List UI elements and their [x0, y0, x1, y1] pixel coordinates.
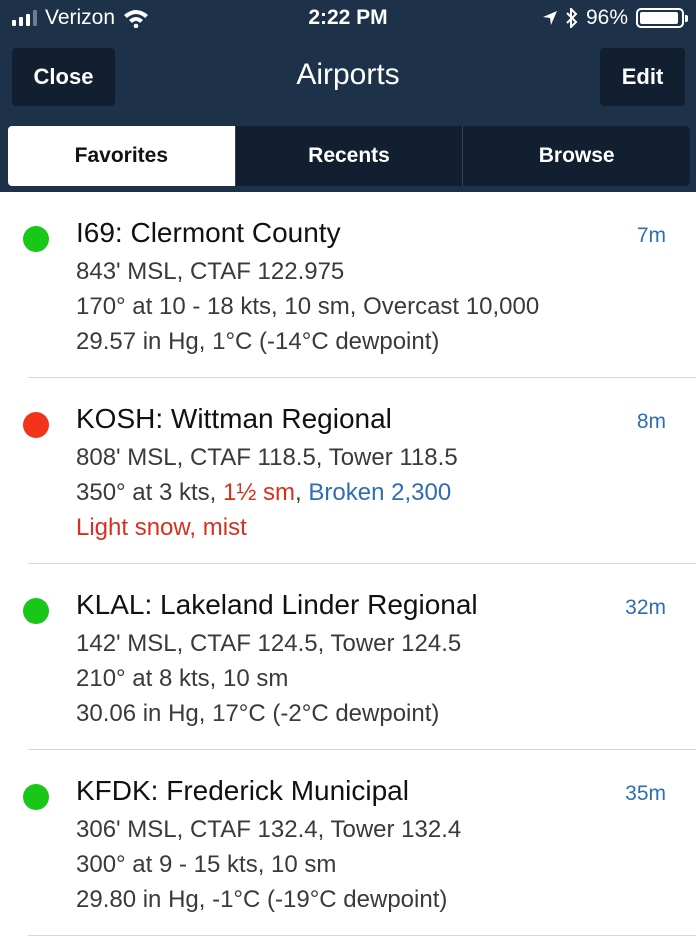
status-dot [23, 784, 49, 810]
header: Verizon 2:22 PM 96% Close Airports Edit … [0, 0, 696, 192]
battery-percent: 96% [585, 6, 628, 29]
tab-favorites[interactable]: Favorites [8, 126, 235, 186]
weather-wind: 210° at 8 kts, 10 sm [76, 665, 289, 692]
separator-text: , [295, 479, 302, 506]
ceiling-text: Broken 2,300 [308, 479, 452, 506]
weather-wind: 300° at 9 - 15 kts, 10 sm [76, 851, 337, 878]
tab-recents[interactable]: Recents [234, 126, 463, 186]
airport-name: KLAL: Lakeland Linder Regional [76, 589, 478, 620]
weather-conditions: Light snow, mist [76, 514, 247, 541]
battery-icon [636, 8, 688, 28]
page-title: Airports [296, 58, 400, 91]
report-age: 35m [625, 782, 666, 805]
edit-button[interactable]: Edit [600, 48, 685, 106]
list-item[interactable]: KFDK: Frederick Municipal 35m 306' MSL, … [0, 750, 696, 936]
report-age: 32m [625, 596, 666, 619]
airport-name: KOSH: Wittman Regional [76, 403, 392, 434]
airport-list: I69: Clermont County 7m 843' MSL, CTAF 1… [0, 192, 696, 936]
divider [28, 935, 696, 936]
airport-info: 306' MSL, CTAF 132.4, Tower 132.4 [76, 816, 462, 843]
weather-pressure: 29.80 in Hg, -1°C (-19°C dewpoint) [76, 886, 448, 913]
list-item[interactable]: KOSH: Wittman Regional 8m 808' MSL, CTAF… [0, 378, 696, 564]
airport-name: I69: Clermont County [76, 217, 341, 248]
report-age: 7m [636, 224, 666, 247]
visibility-text: 1½ sm [223, 479, 296, 506]
airport-name: KFDK: Frederick Municipal [76, 775, 409, 806]
list-item[interactable]: I69: Clermont County 7m 843' MSL, CTAF 1… [0, 192, 696, 378]
status-dot [23, 598, 49, 624]
airport-info: 142' MSL, CTAF 124.5, Tower 124.5 [76, 630, 462, 657]
status-dot [23, 412, 49, 438]
list-item[interactable]: KLAL: Lakeland Linder Regional 32m 142' … [0, 564, 696, 750]
status-bar: Verizon 2:22 PM 96% [0, 0, 696, 38]
report-age: 8m [636, 410, 666, 433]
bluetooth-icon [566, 8, 578, 28]
airport-info: 843' MSL, CTAF 122.975 [76, 258, 345, 285]
airport-info: 808' MSL, CTAF 118.5, Tower 118.5 [76, 444, 458, 471]
weather-wind: 170° at 10 - 18 kts, 10 sm, Overcast 10,… [76, 293, 540, 320]
weather-wind: 350° at 3 kts, 1½ sm, Broken 2,300 [76, 479, 451, 507]
wind-text: 350° at 3 kts, [76, 479, 217, 506]
weather-pressure: 29.57 in Hg, 1°C (-14°C dewpoint) [76, 328, 440, 355]
tab-browse[interactable]: Browse [462, 126, 690, 186]
weather-pressure: 30.06 in Hg, 17°C (-2°C dewpoint) [76, 700, 440, 727]
location-icon [542, 11, 557, 25]
segmented-control: Favorites Recents Browse [8, 126, 690, 186]
status-dot [23, 226, 49, 252]
